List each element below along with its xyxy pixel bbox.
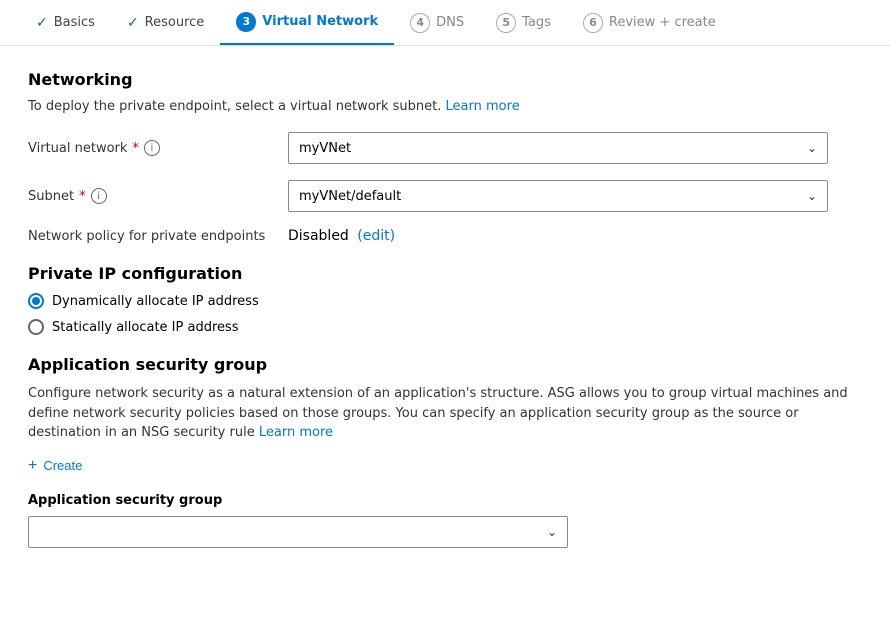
radio-static-outer — [28, 319, 44, 335]
dns-step-number: 4 — [410, 13, 430, 33]
tab-review-create-label: Review + create — [609, 15, 716, 30]
radio-static[interactable]: Statically allocate IP address — [28, 319, 862, 335]
tab-basics[interactable]: ✓ Basics — [20, 0, 111, 45]
subnet-control: myVNet/default ⌄ — [288, 180, 862, 212]
radio-dynamic-outer — [28, 293, 44, 309]
radio-dynamic-label: Dynamically allocate IP address — [52, 294, 259, 309]
asg-description: Configure network security as a natural … — [28, 384, 862, 443]
wizard-nav: ✓ Basics ✓ Resource 3 Virtual Network 4 … — [0, 0, 890, 46]
subnet-dropdown[interactable]: myVNet/default ⌄ — [288, 180, 828, 212]
networking-section-title: Networking — [28, 70, 862, 89]
radio-dynamic-inner — [32, 297, 40, 305]
virtual-network-dropdown[interactable]: myVNet ⌄ — [288, 132, 828, 164]
virtual-network-required: * — [132, 141, 139, 156]
radio-dynamic[interactable]: Dynamically allocate IP address — [28, 293, 862, 309]
tab-resource[interactable]: ✓ Resource — [111, 0, 220, 45]
network-policy-row: Network policy for private endpoints Dis… — [28, 228, 862, 244]
private-ip-section: Private IP configuration Dynamically all… — [28, 264, 862, 335]
virtual-network-control: myVNet ⌄ — [288, 132, 862, 164]
subnet-dropdown-arrow: ⌄ — [807, 189, 817, 203]
virtual-network-label: Virtual network * i — [28, 140, 288, 156]
subnet-label: Subnet * i — [28, 188, 288, 204]
tab-dns-label: DNS — [436, 15, 464, 30]
subnet-value: myVNet/default — [299, 189, 401, 204]
subnet-info-icon[interactable]: i — [91, 188, 107, 204]
private-ip-title: Private IP configuration — [28, 264, 862, 283]
tags-step-number: 5 — [496, 13, 516, 33]
subnet-required: * — [79, 189, 86, 204]
asg-learn-more-link[interactable]: Learn more — [259, 425, 333, 440]
tab-tags[interactable]: 5 Tags — [480, 0, 567, 45]
networking-description: To deploy the private endpoint, select a… — [28, 99, 862, 114]
resource-check-icon: ✓ — [127, 15, 139, 31]
asg-dropdown-arrow: ⌄ — [547, 525, 557, 539]
asg-create-button[interactable]: + Create — [28, 457, 82, 475]
tab-resource-label: Resource — [145, 15, 205, 30]
subnet-row: Subnet * i myVNet/default ⌄ — [28, 180, 862, 212]
radio-static-label: Statically allocate IP address — [52, 320, 239, 335]
tab-dns[interactable]: 4 DNS — [394, 0, 480, 45]
asg-dropdown[interactable]: ⌄ — [28, 516, 568, 548]
tab-tags-label: Tags — [522, 15, 551, 30]
virtual-network-dropdown-arrow: ⌄ — [807, 141, 817, 155]
tab-basics-label: Basics — [54, 15, 95, 30]
asg-section-title: Application security group — [28, 355, 862, 374]
network-policy-label: Network policy for private endpoints — [28, 229, 288, 244]
virtual-network-value: myVNet — [299, 141, 351, 156]
network-policy-value-container: Disabled (edit) — [288, 228, 395, 244]
virtual-network-info-icon[interactable]: i — [144, 140, 160, 156]
virtual-network-row: Virtual network * i myVNet ⌄ — [28, 132, 862, 164]
review-create-step-number: 6 — [583, 13, 603, 33]
main-content: Networking To deploy the private endpoin… — [0, 46, 890, 572]
plus-icon: + — [28, 457, 37, 475]
tab-review-create[interactable]: 6 Review + create — [567, 0, 732, 45]
virtual-network-step-number: 3 — [236, 12, 256, 32]
tab-virtual-network-label: Virtual Network — [262, 14, 378, 29]
ip-config-radio-group: Dynamically allocate IP address Statical… — [28, 293, 862, 335]
asg-create-label: Create — [43, 458, 82, 473]
network-policy-value: Disabled — [288, 228, 349, 244]
asg-field-label: Application security group — [28, 493, 862, 508]
asg-desc-text: Configure network security as a natural … — [28, 386, 848, 440]
asg-section: Application security group Configure net… — [28, 355, 862, 548]
networking-learn-more-link[interactable]: Learn more — [446, 99, 520, 114]
tab-virtual-network[interactable]: 3 Virtual Network — [220, 0, 394, 45]
networking-desc-text: To deploy the private endpoint, select a… — [28, 99, 441, 114]
basics-check-icon: ✓ — [36, 15, 48, 31]
network-policy-edit-link[interactable]: (edit) — [357, 228, 395, 244]
